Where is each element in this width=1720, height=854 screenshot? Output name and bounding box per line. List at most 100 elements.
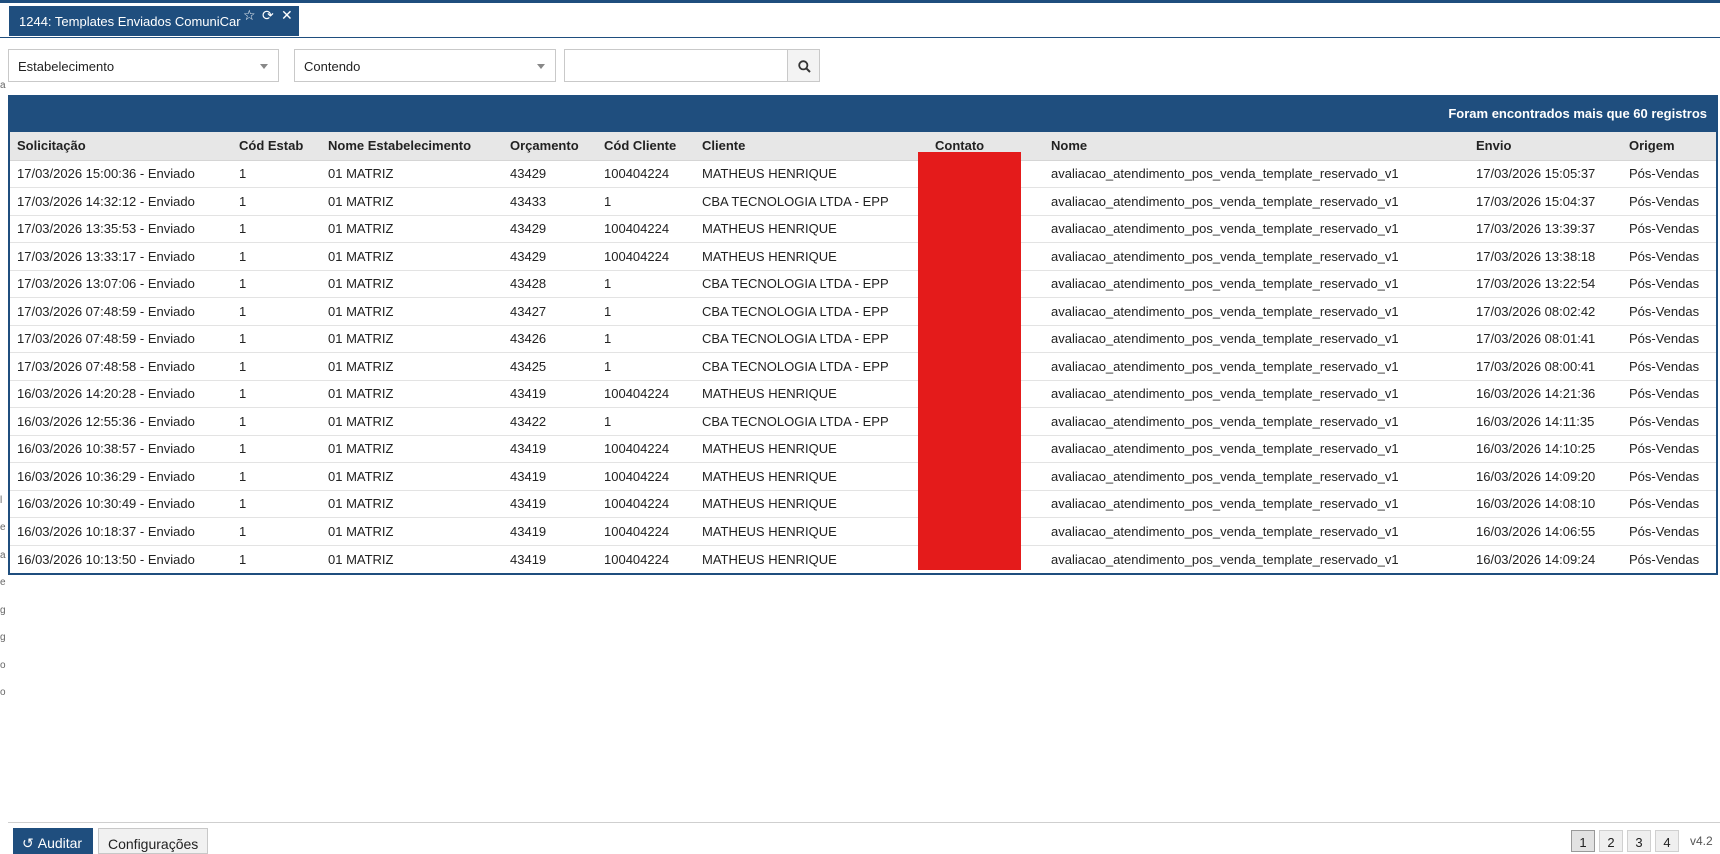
table-cell: avaliacao_atendimento_pos_venda_template… [1044,380,1469,408]
search-input[interactable] [564,49,788,82]
column-header[interactable]: Cód Cliente [597,132,695,161]
table-cell: 43419 [503,380,597,408]
table-cell: 1 [597,407,695,436]
table-row[interactable]: 17/03/2026 15:00:36 - Enviado 1 01 MATRIZ 4… [10,160,1716,188]
table-body: 17/03/2026 15:00:36 - Enviado 1 01 MATRIZ 4… [10,160,1716,573]
table-cell: 17/03/2026 13:39:37 [1469,215,1622,243]
column-header[interactable]: Nome Estabelecimento [321,132,503,161]
table-cell: avaliacao_atendimento_pos_venda_template… [1044,352,1469,381]
grid-header-bar: Foram encontrados mais que 60 registros [8,95,1718,132]
records-count: Foram encontrados mais que 60 registros [1448,106,1707,121]
table-cell: avaliacao_atendimento_pos_venda_template… [1044,435,1469,463]
table-cell: MATHEUS HENRIQUE [702,551,837,567]
table-cell: Pós-Vendas [1622,297,1716,326]
table-cell: 17/03/2026 08:01:41 [1469,325,1622,353]
table-cell: 16/03/2026 14:21:36 [1469,380,1622,408]
table-header-row: Solicitação Cód Estab Nome Estabelecimen… [10,132,1716,161]
table-cell: 01 MATRIZ [321,270,503,298]
table-cell: 01 MATRIZ [321,325,503,353]
table-row[interactable]: 17/03/2026 13:35:53 - Enviado 1 01 MATRIZ 4… [10,215,1716,243]
table-row[interactable]: 17/03/2026 07:48:59 - Enviado 1 01 MATRIZ 4… [10,325,1716,353]
table-row[interactable]: 17/03/2026 13:07:06 - Enviado 1 01 MATRIZ 4… [10,270,1716,298]
table-cell: 100404224 [597,435,695,463]
table-cell: 1 [232,380,321,408]
left-mark: g [0,605,6,616]
table-cell: 01 MATRIZ [321,380,503,408]
table-row[interactable]: 16/03/2026 10:18:37 - Enviado 1 01 MATRIZ 4… [10,517,1716,546]
table-cell: avaliacao_atendimento_pos_venda_template… [1044,297,1469,326]
table-cell: 43428 [503,270,597,298]
table-cell: 17/03/2026 13:38:18 [1469,242,1622,271]
table-row[interactable]: 17/03/2026 07:48:59 - Enviado 1 01 MATRIZ 4… [10,297,1716,326]
auditar-button[interactable]: ↺ Auditar [13,828,93,854]
column-header[interactable]: Envio [1469,132,1622,161]
table-row[interactable]: 16/03/2026 14:20:28 - Enviado 1 01 MATRIZ 4… [10,380,1716,408]
table-row[interactable]: 16/03/2026 10:13:50 - Enviado 1 01 MATRIZ 4… [10,545,1716,573]
table-cell: 100404224 [597,380,695,408]
table-cell: 16/03/2026 14:09:24 [1476,551,1596,567]
table-cell: 1 [232,297,321,326]
table-row[interactable]: 17/03/2026 14:32:12 - Enviado 1 01 MATRIZ 4… [10,187,1716,216]
table-cell: 16/03/2026 10:38:57 - Enviado [10,435,232,463]
table-cell: CBA TECNOLOGIA LTDA - EPP [695,352,928,381]
page-button-2[interactable]: 2 [1599,830,1623,852]
table-cell: avaliacao_atendimento_pos_venda_template… [1044,517,1469,546]
table-cell: 01 MATRIZ [321,187,503,216]
table-cell: 43422 [503,407,597,436]
operator-select[interactable]: Contendo [294,49,556,82]
table-cell: 100404224 [597,490,695,518]
table-cell: 16/03/2026 14:09:20 [1469,462,1622,491]
table-row[interactable]: 16/03/2026 12:55:36 - Enviado 1 01 MATRIZ 4… [10,407,1716,436]
column-header[interactable]: Cliente [695,132,928,161]
version-label: v4.2 [1690,834,1713,848]
table-cell: Pós-Vendas [1629,551,1700,567]
table-cell: 43419 [503,517,597,546]
column-header[interactable]: Origem [1622,132,1716,161]
page-button-3[interactable]: 3 [1627,830,1651,852]
page-button-1[interactable]: 1 [1571,830,1595,852]
table-row[interactable]: 16/03/2026 10:36:29 - Enviado 1 01 MATRIZ 4… [10,462,1716,491]
caret-down-icon [260,64,268,69]
table-cell: Pós-Vendas [1622,435,1716,463]
field-select[interactable]: Estabelecimento [8,49,279,82]
left-mark: a [0,80,6,91]
table-cell: 01 MATRIZ [321,160,503,188]
table-cell: 100404224 [597,215,695,243]
refresh-icon[interactable]: ⟳ [262,8,274,22]
table-cell: 17/03/2026 14:32:12 - Enviado [10,187,232,216]
table-row[interactable]: 16/03/2026 10:38:57 - Enviado 1 01 MATRIZ 4… [10,435,1716,463]
table-cell: avaliacao_atendimento_pos_venda_template… [1044,160,1469,188]
table-cell: 1 [232,187,321,216]
column-header[interactable]: Orçamento [503,132,597,161]
configuracoes-button[interactable]: Configurações [98,828,208,854]
table-cell: avaliacao_atendimento_pos_venda_template… [1044,490,1469,518]
table-row[interactable]: 16/03/2026 10:30:49 - Enviado 1 01 MATRIZ 4… [10,490,1716,518]
table-cell: 100404224 [604,551,670,567]
page-button-4[interactable]: 4 [1655,830,1679,852]
search-button[interactable] [787,49,820,82]
table-cell: Pós-Vendas [1622,187,1716,216]
table-cell: MATHEUS HENRIQUE [695,160,928,188]
table-cell: 01 MATRIZ [321,407,503,436]
star-icon[interactable]: ☆ [243,8,256,22]
tab-templates-enviados[interactable]: 1244: Templates Enviados ComuniCar ☆ ⟳ ✕ [9,6,299,36]
table-cell: MATHEUS HENRIQUE [695,435,928,463]
table-cell: 01 MATRIZ [321,462,503,491]
left-mark: o [0,660,6,671]
table-cell: avaliacao_atendimento_pos_venda_template… [1044,242,1469,271]
table-cell: Pós-Vendas [1622,215,1716,243]
table-cell: 01 MATRIZ [328,551,394,567]
table-row[interactable]: 17/03/2026 07:48:58 - Enviado 1 01 MATRIZ 4… [10,352,1716,381]
column-header[interactable]: Solicitação [10,132,232,161]
table-cell: CBA TECNOLOGIA LTDA - EPP [695,270,928,298]
table-cell: 43429 [503,242,597,271]
column-header[interactable]: Nome [1044,132,1469,161]
table-cell: Pós-Vendas [1622,160,1716,188]
table-cell: 01 MATRIZ [321,242,503,271]
table-cell: 1 [232,215,321,243]
table-cell: 1 [597,270,695,298]
column-header[interactable]: Cód Estab [232,132,321,161]
table-cell: 17/03/2026 15:00:36 - Enviado [10,160,232,188]
close-icon[interactable]: ✕ [281,8,293,22]
table-row[interactable]: 17/03/2026 13:33:17 - Enviado 1 01 MATRIZ 4… [10,242,1716,271]
